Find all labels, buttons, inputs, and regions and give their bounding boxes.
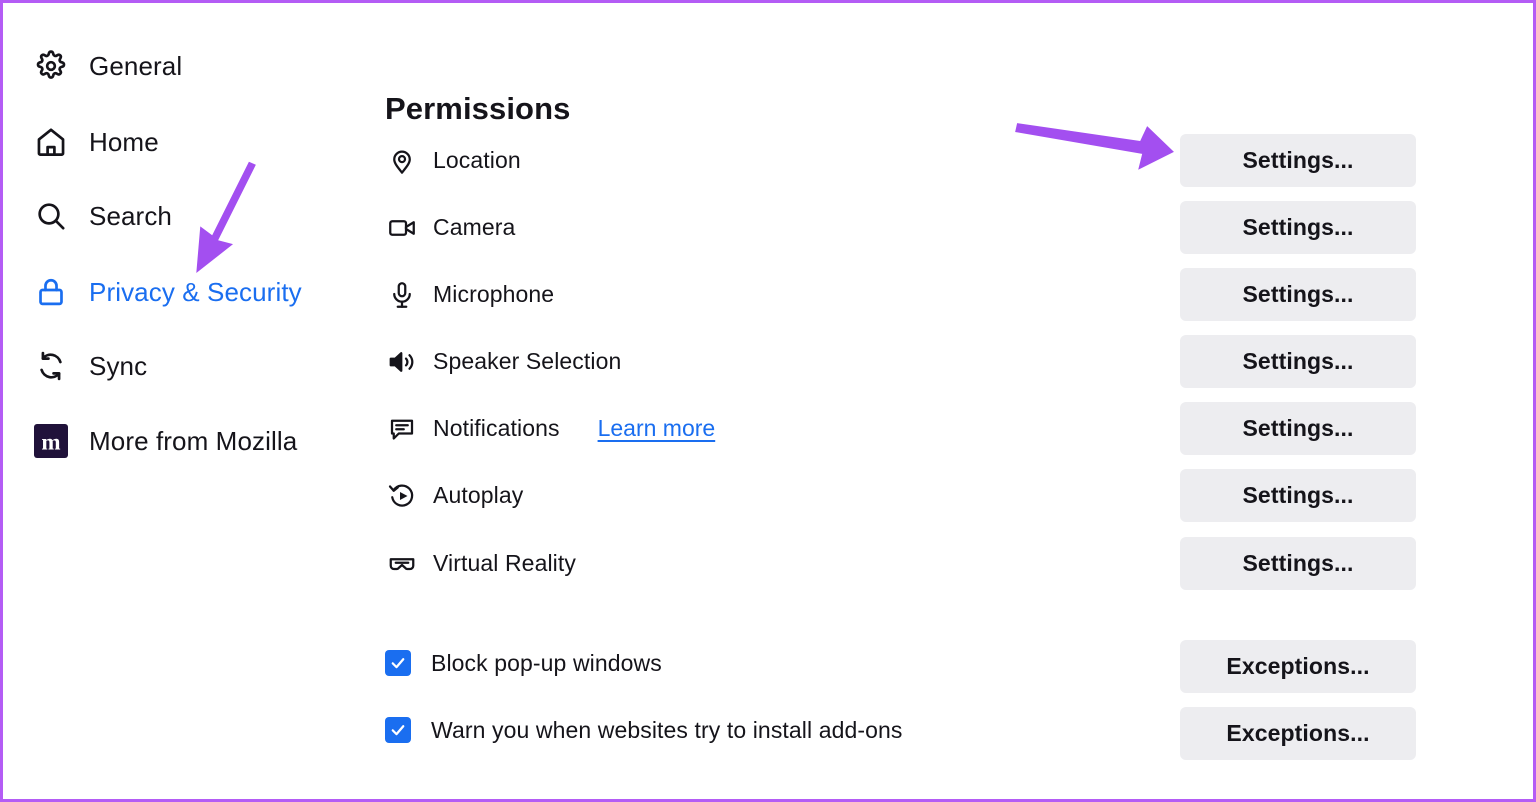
permission-label: Camera [433, 214, 516, 240]
notifications-learn-more-link[interactable]: Learn more [598, 415, 716, 442]
mozilla-icon: m [31, 421, 71, 461]
microphone-settings-button[interactable]: Settings... [1180, 268, 1416, 321]
permission-label: Autoplay [433, 482, 524, 508]
home-icon [31, 122, 71, 162]
sidebar-item-label: Sync [89, 350, 148, 381]
permission-label: Microphone [433, 281, 555, 307]
checkbox-label: Block pop-up windows [431, 649, 662, 676]
permission-label: Speaker Selection [433, 348, 622, 374]
permission-label-group: Autoplay [385, 469, 523, 522]
block-popups-checkbox[interactable] [385, 650, 411, 676]
camera-icon [385, 211, 419, 245]
speaker-selection-settings-button[interactable]: Settings... [1180, 335, 1416, 388]
permission-label-group: Notifications Learn more [385, 402, 715, 455]
block-popups-exceptions-button[interactable]: Exceptions... [1180, 640, 1416, 693]
sidebar-item-label: Search [89, 200, 172, 231]
sidebar-item-label: Privacy & Security [89, 276, 302, 307]
permission-label-group: Microphone [385, 268, 554, 321]
search-icon [31, 196, 71, 236]
virtual-reality-settings-button[interactable]: Settings... [1180, 537, 1416, 590]
notification-icon [385, 412, 419, 446]
microphone-icon [385, 278, 419, 312]
permission-label-group: Camera [385, 201, 515, 254]
lock-icon [31, 272, 71, 312]
vr-headset-icon [385, 547, 419, 581]
permission-label: Notifications [433, 415, 560, 441]
gear-icon [31, 46, 71, 86]
autoplay-settings-button[interactable]: Settings... [1180, 469, 1416, 522]
permission-label: Virtual Reality [433, 550, 576, 576]
sidebar-item-more-from-mozilla[interactable]: m More from Mozilla [31, 421, 297, 461]
permission-label: Location [433, 147, 521, 173]
sidebar-item-general[interactable]: General [31, 46, 182, 86]
autoplay-icon [385, 479, 419, 513]
permission-label-group: Speaker Selection [385, 335, 621, 388]
settings-sidebar: General Home Search Privacy & Security S… [3, 3, 371, 799]
notifications-settings-button[interactable]: Settings... [1180, 402, 1416, 455]
page-title: Permissions [385, 90, 571, 126]
sidebar-item-label: Home [89, 126, 159, 157]
camera-settings-button[interactable]: Settings... [1180, 201, 1416, 254]
sync-icon [31, 346, 71, 386]
sidebar-item-search[interactable]: Search [31, 196, 172, 236]
sidebar-item-sync[interactable]: Sync [31, 346, 147, 386]
sidebar-item-label: More from Mozilla [89, 425, 298, 456]
permission-label-group: Virtual Reality [385, 537, 576, 590]
sidebar-item-privacy-security[interactable]: Privacy & Security [31, 272, 302, 312]
checkbox-row-warn-addons[interactable]: Warn you when websites try to install ad… [385, 707, 903, 753]
sidebar-item-label: General [89, 50, 183, 81]
permissions-panel: Permissions Location Settings... Camera … [371, 3, 1533, 799]
location-settings-button[interactable]: Settings... [1180, 134, 1416, 187]
location-pin-icon [385, 144, 419, 178]
speaker-icon [385, 345, 419, 379]
checkbox-row-block-popups[interactable]: Block pop-up windows [385, 640, 662, 686]
warn-addons-exceptions-button[interactable]: Exceptions... [1180, 707, 1416, 760]
svg-text:m: m [41, 430, 60, 455]
warn-addons-checkbox[interactable] [385, 717, 411, 743]
permission-label-group: Location [385, 134, 521, 187]
firefox-settings-window: General Home Search Privacy & Security S… [0, 0, 1536, 802]
checkbox-label: Warn you when websites try to install ad… [431, 716, 903, 743]
sidebar-item-home[interactable]: Home [31, 122, 159, 162]
